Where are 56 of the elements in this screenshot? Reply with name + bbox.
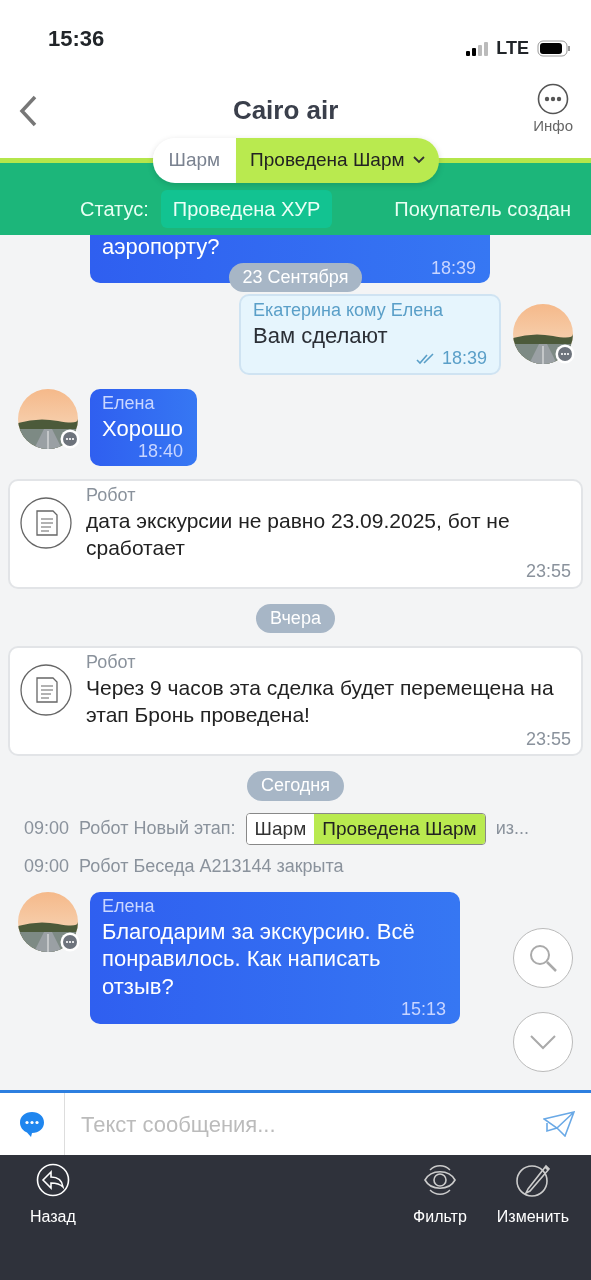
chevron-down-icon	[412, 156, 425, 165]
sender-name: Елена	[102, 896, 156, 918]
back-icon	[35, 1163, 70, 1197]
status-label: Статус:	[80, 197, 149, 222]
document-icon	[20, 664, 72, 717]
message-text: Благодарим за экскурсию. Всё понравилось. Как написать отзыв?	[102, 918, 416, 1001]
stage-current: Проведена Шарм	[236, 138, 439, 183]
toolbar-button[interactable]: Назад	[22, 1163, 84, 1280]
sender-name: Елена	[102, 393, 156, 415]
stage-from: Шарм	[246, 813, 315, 844]
sender-name: Робот	[86, 485, 137, 507]
event-text: Робот Новый этап:	[79, 817, 236, 841]
eye-icon	[422, 1163, 457, 1197]
stage-previous: Шарм	[152, 138, 237, 183]
message-text: Через 9 часов эта сделка будет перемещена на этап Бронь проведена!	[86, 674, 555, 729]
message-time: 23:55	[525, 561, 571, 583]
buyer-status: Покупатель создан	[394, 197, 571, 222]
toolbar-button[interactable]: Изменить	[488, 1163, 577, 1280]
chat-badge-icon	[60, 932, 80, 953]
message-text: Вам сделают	[253, 321, 389, 350]
status-time: 15:36	[48, 25, 105, 53]
chat-bubble-icon	[18, 1110, 46, 1138]
signal-icon	[466, 41, 489, 56]
back-button[interactable]	[18, 94, 38, 127]
date-divider: Вчера	[256, 603, 335, 634]
sender-name: Екатерина кому Елена	[253, 300, 445, 322]
message-time: 23:55	[525, 728, 571, 751]
message-time: 18:40	[138, 442, 184, 463]
pencil-icon	[515, 1163, 550, 1197]
info-button[interactable]: Инфо	[533, 83, 573, 138]
paper-plane-icon	[543, 1111, 575, 1137]
document-icon	[20, 497, 72, 550]
message-text: дата экскурсии не равно 23.09.2025, бот не сработает	[86, 507, 511, 562]
event-time: 09:00	[24, 817, 70, 841]
message-time: 18:39	[430, 259, 476, 279]
sender-name: Робот	[86, 652, 137, 674]
message-text: Хорошо	[102, 414, 184, 443]
chat-badge-icon	[60, 429, 80, 450]
stage-to: Проведена Шарм	[314, 813, 485, 844]
message-text: аэропорту?	[102, 235, 221, 260]
stage-selector[interactable]: Шарм Проведена Шарм	[152, 138, 439, 183]
search-icon	[528, 943, 558, 973]
message-time: 18:39	[441, 349, 487, 370]
event-time: 09:00	[24, 855, 70, 878]
date-divider: Сегодня	[247, 771, 344, 801]
chat-title: Cairo air	[232, 94, 339, 127]
battery-icon	[537, 40, 571, 57]
event-text-more: из...	[495, 817, 529, 841]
event-text: Робот Беседа А213144 закрыта	[79, 855, 344, 878]
message-time: 15:13	[400, 1000, 446, 1021]
chevron-down-icon	[529, 1034, 557, 1050]
toolbar-button[interactable]: Фильтр	[405, 1163, 475, 1280]
more-icon	[537, 83, 570, 116]
date-divider: 23 Сентября	[228, 263, 363, 293]
chat-badge-icon	[555, 344, 575, 365]
network-label: LTE	[496, 37, 529, 60]
